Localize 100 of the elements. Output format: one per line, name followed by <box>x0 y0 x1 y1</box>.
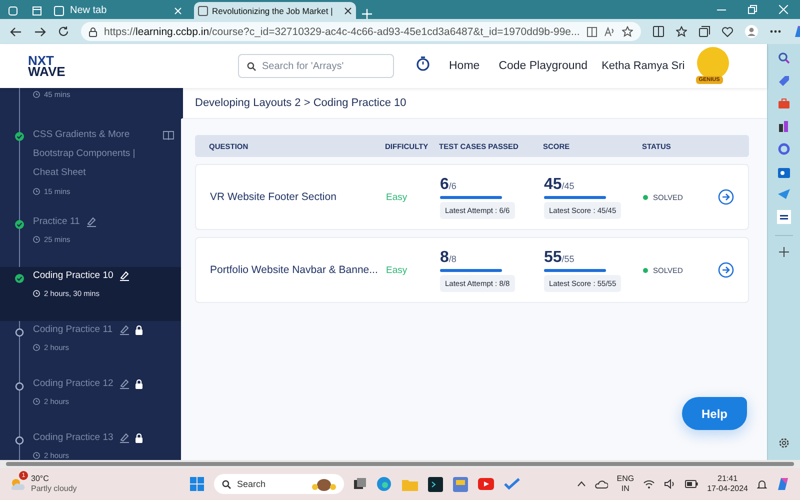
breadcrumb: Developing Layouts 2 > Coding Practice 10 <box>195 97 406 109</box>
back-icon[interactable] <box>10 26 22 36</box>
avatar[interactable] <box>696 47 729 79</box>
status-dot <box>643 268 648 272</box>
browser-icon[interactable] <box>376 476 392 492</box>
nav-link[interactable]: Code Playground <box>498 60 588 72</box>
score-count: 45/45 <box>544 176 574 194</box>
clock-icon <box>33 236 40 243</box>
heart-icon[interactable] <box>722 26 733 36</box>
arrow-circle-icon[interactable] <box>718 189 734 205</box>
toolbox-icon[interactable] <box>778 98 790 109</box>
weather-icon[interactable] <box>10 477 26 491</box>
collections-icon[interactable] <box>698 26 710 37</box>
scrollbar-thumb[interactable] <box>6 462 794 466</box>
search-icon <box>222 480 231 488</box>
lock-icon <box>134 324 143 334</box>
temperature-text: 30°C <box>31 474 50 484</box>
clock-icon <box>33 344 40 351</box>
video-play-icon[interactable] <box>478 478 494 490</box>
clock-icon <box>33 91 40 98</box>
pencil-icon <box>119 432 130 443</box>
new-tab-icon[interactable] <box>362 9 372 19</box>
search-icon[interactable] <box>778 52 790 64</box>
bell-icon[interactable] <box>757 478 767 490</box>
lesson-title: CSS Gradients & More Bootstrap Components | Cheat Sheet <box>33 128 136 180</box>
difficulty-text: Easy <box>386 264 408 276</box>
cloud-icon[interactable] <box>594 480 608 488</box>
favorites-icon[interactable] <box>676 26 687 37</box>
lesson-title: Practice 11 <box>33 215 80 229</box>
read-aloud-icon[interactable] <box>604 26 615 36</box>
terminal-app-icon[interactable] <box>428 476 443 492</box>
checkmark-icon[interactable] <box>504 478 520 490</box>
tag-icon[interactable] <box>778 75 790 87</box>
app-tile-icon[interactable] <box>777 210 791 224</box>
question-title: VR Website Footer Section <box>210 191 338 203</box>
lesson-title: Coding Practice 10 <box>33 269 114 283</box>
browser-tab[interactable]: Revolutionizing the Job Market | <box>194 2 356 19</box>
close-icon[interactable] <box>344 6 352 14</box>
forward-icon[interactable] <box>34 26 46 36</box>
search-icon <box>247 62 256 71</box>
lock-icon <box>135 378 144 388</box>
address-bar[interactable]: https://learning.ccbp.in/course?c_id=32710329-ac4c-4c66-ad93-45e1cd3a6487&t_id=1970dd9b-99e... <box>81 22 641 41</box>
reader-icon[interactable] <box>586 26 597 36</box>
split-screen-icon[interactable] <box>652 26 664 37</box>
browser-tab[interactable]: New tab <box>48 2 188 19</box>
lesson-title: Coding Practice 12 <box>33 377 114 391</box>
book-icon <box>163 131 174 140</box>
url-text: https://learning.ccbp.in/course?c_id=32710329-ac4c-4c66-ad93-45e1cd3a6487&t_id=1970dd9b-99e... <box>104 26 580 38</box>
test-cases-count: 6/6 <box>440 176 456 194</box>
pencil-icon <box>86 216 96 227</box>
chevron-up-icon[interactable] <box>576 481 586 487</box>
lock-icon <box>135 432 144 442</box>
pencil-icon <box>119 270 130 281</box>
nav-link[interactable]: Home <box>449 60 480 72</box>
status-dot <box>643 194 648 200</box>
language-text[interactable]: IN <box>621 484 630 494</box>
star-icon[interactable] <box>622 26 633 37</box>
clock-date[interactable]: 17-04-2024 <box>707 484 748 494</box>
lesson-title: Coding Practice 13 <box>33 431 114 445</box>
search-field[interactable]: Search for 'Arrays' <box>238 54 394 78</box>
clock-icon <box>33 188 40 195</box>
speaker-icon[interactable] <box>664 479 676 489</box>
lesson-title: Coding Practice 11 <box>33 323 113 337</box>
tab-actions-icon[interactable] <box>32 6 42 16</box>
help-button[interactable]: Help <box>682 397 747 430</box>
copilot-icon[interactable] <box>776 477 790 491</box>
settings-icon[interactable] <box>778 437 790 449</box>
more-icon[interactable] <box>770 30 781 33</box>
clock-icon <box>33 398 40 405</box>
page-icon <box>198 6 208 16</box>
arrow-circle-icon[interactable] <box>718 262 734 278</box>
pencil-icon <box>119 378 130 389</box>
test-cases-count: 8/8 <box>440 248 456 268</box>
page-icon <box>54 6 64 16</box>
app-icon[interactable] <box>453 476 468 492</box>
logo-text: NXT <box>28 55 54 66</box>
difficulty-text: Easy <box>386 192 408 202</box>
user-name: Ketha Ramya Sri <box>602 60 685 72</box>
weather-text: Partly cloudy <box>31 484 77 494</box>
score-count: 55/55 <box>544 248 574 268</box>
logo-text: WAVE <box>28 66 66 77</box>
clock-icon <box>33 290 40 297</box>
wifi-icon[interactable] <box>643 479 656 489</box>
restore-icon[interactable] <box>748 5 757 14</box>
profile-icon[interactable] <box>744 25 758 38</box>
stopwatch-icon[interactable] <box>416 56 430 71</box>
pencil-icon <box>118 324 129 335</box>
add-icon[interactable] <box>779 247 789 257</box>
start-icon[interactable] <box>190 477 204 491</box>
clock-icon <box>33 452 40 459</box>
task-view-icon[interactable] <box>354 478 366 490</box>
clock-time[interactable]: 21:41 <box>718 474 738 484</box>
lock-icon <box>89 26 97 36</box>
mail-app-icon[interactable] <box>778 166 790 178</box>
language-text[interactable]: ENG <box>616 474 634 484</box>
battery-icon[interactable] <box>685 480 698 488</box>
question-title: Portfolio Website Navbar & Banne... <box>210 264 379 276</box>
taskbar-search[interactable]: Search <box>214 474 344 494</box>
refresh-icon[interactable] <box>58 26 69 37</box>
workspaces-icon[interactable] <box>8 6 18 16</box>
